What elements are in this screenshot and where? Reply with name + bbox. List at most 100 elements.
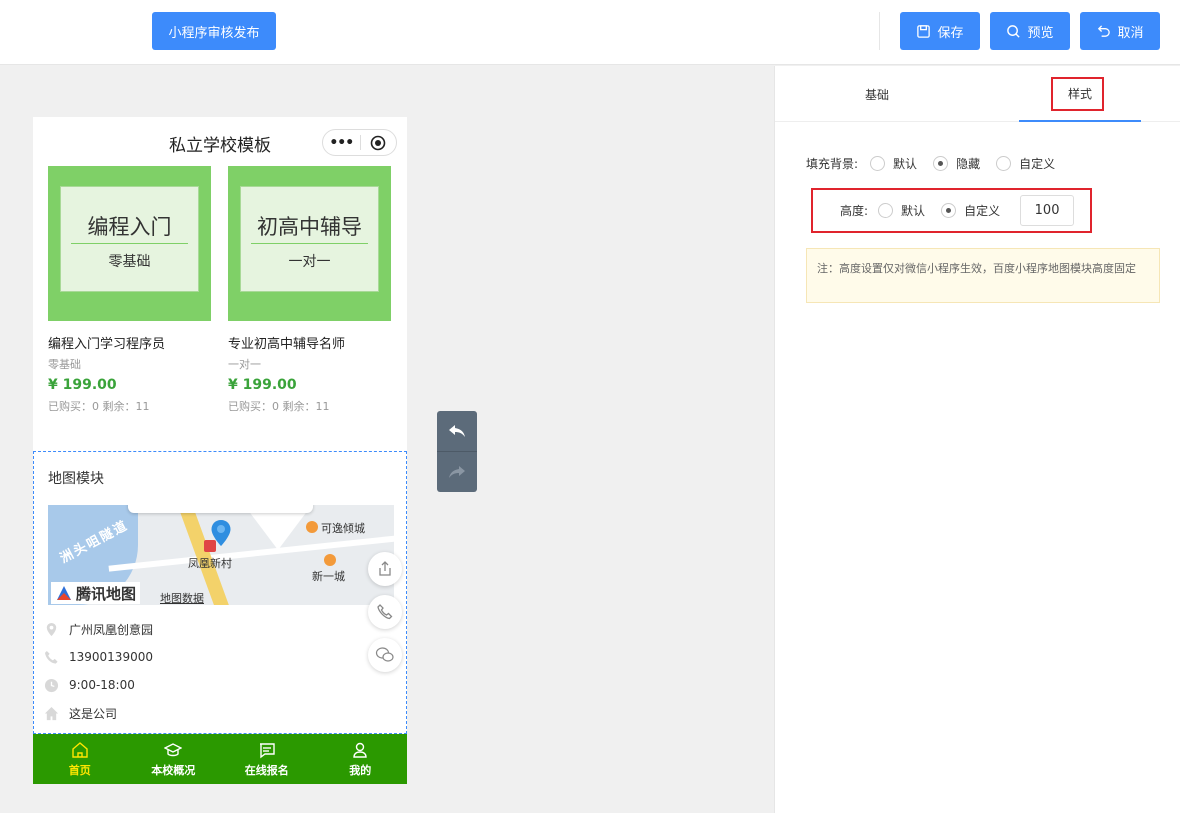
tabbar-label: 我的 bbox=[349, 763, 372, 777]
address-text: 广州凤凰创意园 bbox=[69, 622, 154, 637]
course-thumbnail: 编程入门 零基础 bbox=[48, 166, 211, 321]
user-icon bbox=[353, 742, 367, 758]
close-target-icon[interactable] bbox=[360, 135, 396, 151]
height-custom-radio[interactable]: 自定义 bbox=[941, 202, 1000, 219]
tabbar-label: 在线报名 bbox=[244, 763, 289, 777]
height-input[interactable]: 100 bbox=[1020, 195, 1075, 226]
phone-header: 私立学校模板 ••• bbox=[33, 117, 407, 163]
tabbar-item-overview[interactable]: 本校概况 bbox=[127, 734, 221, 784]
shop-icon bbox=[324, 554, 336, 566]
call-button[interactable] bbox=[368, 595, 402, 629]
course-tag: 零基础 bbox=[48, 358, 81, 371]
course-tag: 一对一 bbox=[228, 358, 261, 371]
thumbnail-card: 编程入门 零基础 bbox=[60, 186, 199, 292]
tab-style-highlight bbox=[1051, 77, 1104, 111]
tabbar-item-home[interactable]: 首页 bbox=[33, 734, 127, 784]
map-module-title: 地图模块 bbox=[48, 471, 104, 487]
search-icon bbox=[1007, 24, 1021, 38]
toolbar-divider bbox=[879, 12, 880, 50]
phone-icon bbox=[377, 604, 393, 620]
tencent-map-icon bbox=[57, 586, 71, 600]
radio-dot bbox=[870, 156, 886, 171]
height-label: 高度: bbox=[840, 204, 869, 218]
radio-dot bbox=[996, 156, 1012, 171]
course-stat: 已购买：0 剩余：11 bbox=[228, 400, 330, 413]
tab-basic[interactable]: 基础 bbox=[816, 66, 938, 122]
radio-label: 自定义 bbox=[1019, 157, 1056, 171]
description-row: 这是公司 bbox=[44, 703, 117, 723]
redo-button[interactable] bbox=[437, 452, 477, 492]
phone-text: 13900139000 bbox=[69, 650, 153, 664]
map-logo: 腾讯地图 bbox=[51, 582, 141, 604]
height-row: 高度: 默认 自定义 100 bbox=[840, 195, 1075, 226]
map-label-poi: 新一城 bbox=[312, 570, 345, 583]
undo-icon bbox=[449, 425, 465, 437]
metro-icon bbox=[204, 540, 216, 552]
course-card[interactable]: 初高中辅导 一对一 专业初高中辅导名师 一对一 ¥ 199.00 已购买：0 剩… bbox=[228, 166, 391, 414]
phone-icon bbox=[44, 650, 58, 664]
undo-redo-bar bbox=[437, 411, 477, 492]
thumbnail-title: 编程入门 bbox=[87, 215, 172, 239]
map-label-center: 凤凰新村 bbox=[188, 557, 232, 570]
fill-custom-radio[interactable]: 自定义 bbox=[996, 155, 1055, 172]
radio-label: 自定义 bbox=[964, 204, 1001, 218]
thumbnail-card: 初高中辅导 一对一 bbox=[240, 186, 379, 292]
cancel-button-label: 取消 bbox=[1117, 25, 1144, 41]
fill-default-radio[interactable]: 默认 bbox=[870, 155, 917, 172]
course-stat: 已购买：0 剩余：11 bbox=[48, 400, 150, 413]
undo-button[interactable] bbox=[437, 411, 477, 451]
course-name: 专业初高中辅导名师 bbox=[228, 337, 346, 352]
top-toolbar: 小程序审核发布 保存 预览 取消 bbox=[0, 0, 1180, 65]
map-label-poi: 可逸倾城 bbox=[321, 522, 365, 535]
tabbar-label: 首页 bbox=[68, 763, 91, 777]
more-dots-icon[interactable]: ••• bbox=[323, 135, 360, 151]
share-button[interactable] bbox=[368, 552, 402, 586]
thumbnail-subtitle: 零基础 bbox=[108, 254, 151, 270]
course-card[interactable]: 编程入门 零基础 编程入门学习程序员 零基础 ¥ 199.00 已购买：0 剩余… bbox=[48, 166, 211, 414]
address-row: 广州凤凰创意园 bbox=[44, 619, 153, 639]
wechat-button[interactable] bbox=[368, 638, 402, 672]
map-callout bbox=[128, 505, 313, 513]
publish-button-label: 小程序审核发布 bbox=[168, 25, 260, 41]
height-default-radio[interactable]: 默认 bbox=[878, 202, 925, 219]
home-icon bbox=[72, 741, 88, 758]
course-thumbnail: 初高中辅导 一对一 bbox=[228, 166, 391, 321]
map-view[interactable]: 洲头咀隧道 凤凰新村 可逸倾城 新一城 腾讯地图 地图数据 bbox=[48, 505, 394, 605]
tabbar-item-mine[interactable]: 我的 bbox=[314, 734, 408, 784]
mini-program-capsule[interactable]: ••• bbox=[322, 129, 397, 156]
hours-row: 9:00-18:00 bbox=[44, 675, 135, 695]
thumbnail-divider bbox=[71, 243, 188, 244]
cancel-button[interactable]: 取消 bbox=[1080, 12, 1160, 50]
shop-icon bbox=[306, 521, 318, 533]
clock-icon bbox=[44, 678, 59, 692]
location-icon bbox=[46, 622, 57, 636]
preview-button[interactable]: 预览 bbox=[990, 12, 1070, 50]
bottom-tabbar: 首页 本校概况 在线报名 我的 bbox=[33, 734, 407, 784]
tabbar-item-signup[interactable]: 在线报名 bbox=[220, 734, 314, 784]
map-cone bbox=[248, 510, 308, 550]
phone-preview: 私立学校模板 ••• 编程入门 零基础 编程入门学习程序员 零基础 ¥ 199.… bbox=[33, 117, 407, 784]
redo-icon bbox=[449, 466, 465, 478]
publish-button[interactable]: 小程序审核发布 bbox=[152, 12, 276, 50]
fill-hidden-radio[interactable]: 隐藏 bbox=[933, 155, 980, 172]
map-module[interactable]: 地图模块 洲头咀隧道 凤凰新村 可逸倾城 新一城 腾讯地图 地图数据 广州凤凰创… bbox=[33, 451, 407, 734]
radio-label: 默认 bbox=[901, 204, 926, 218]
thumbnail-title: 初高中辅导 bbox=[257, 215, 362, 239]
settings-panel: 基础 样式 填充背景: 默认 隐藏 自定义 高度: 默认 自定义 100 注：高… bbox=[774, 66, 1180, 813]
radio-label: 隐藏 bbox=[956, 157, 981, 171]
hours-text: 9:00-18:00 bbox=[69, 678, 135, 692]
save-button-label: 保存 bbox=[937, 25, 964, 41]
course-name: 编程入门学习程序员 bbox=[48, 337, 166, 352]
thumbnail-subtitle: 一对一 bbox=[288, 254, 331, 270]
undo-arrow-icon bbox=[1098, 24, 1111, 37]
course-price: ¥ 199.00 bbox=[48, 377, 117, 393]
save-button[interactable]: 保存 bbox=[900, 12, 980, 50]
radio-dot bbox=[941, 203, 957, 218]
phone-row: 13900139000 bbox=[44, 647, 153, 667]
graduation-cap-icon bbox=[164, 742, 183, 756]
map-data-link[interactable]: 地图数据 bbox=[160, 590, 204, 605]
thumbnail-divider bbox=[251, 243, 368, 244]
fill-background-row: 填充背景: 默认 隐藏 自定义 bbox=[806, 155, 1071, 172]
message-icon bbox=[259, 742, 275, 758]
share-icon bbox=[379, 561, 391, 576]
